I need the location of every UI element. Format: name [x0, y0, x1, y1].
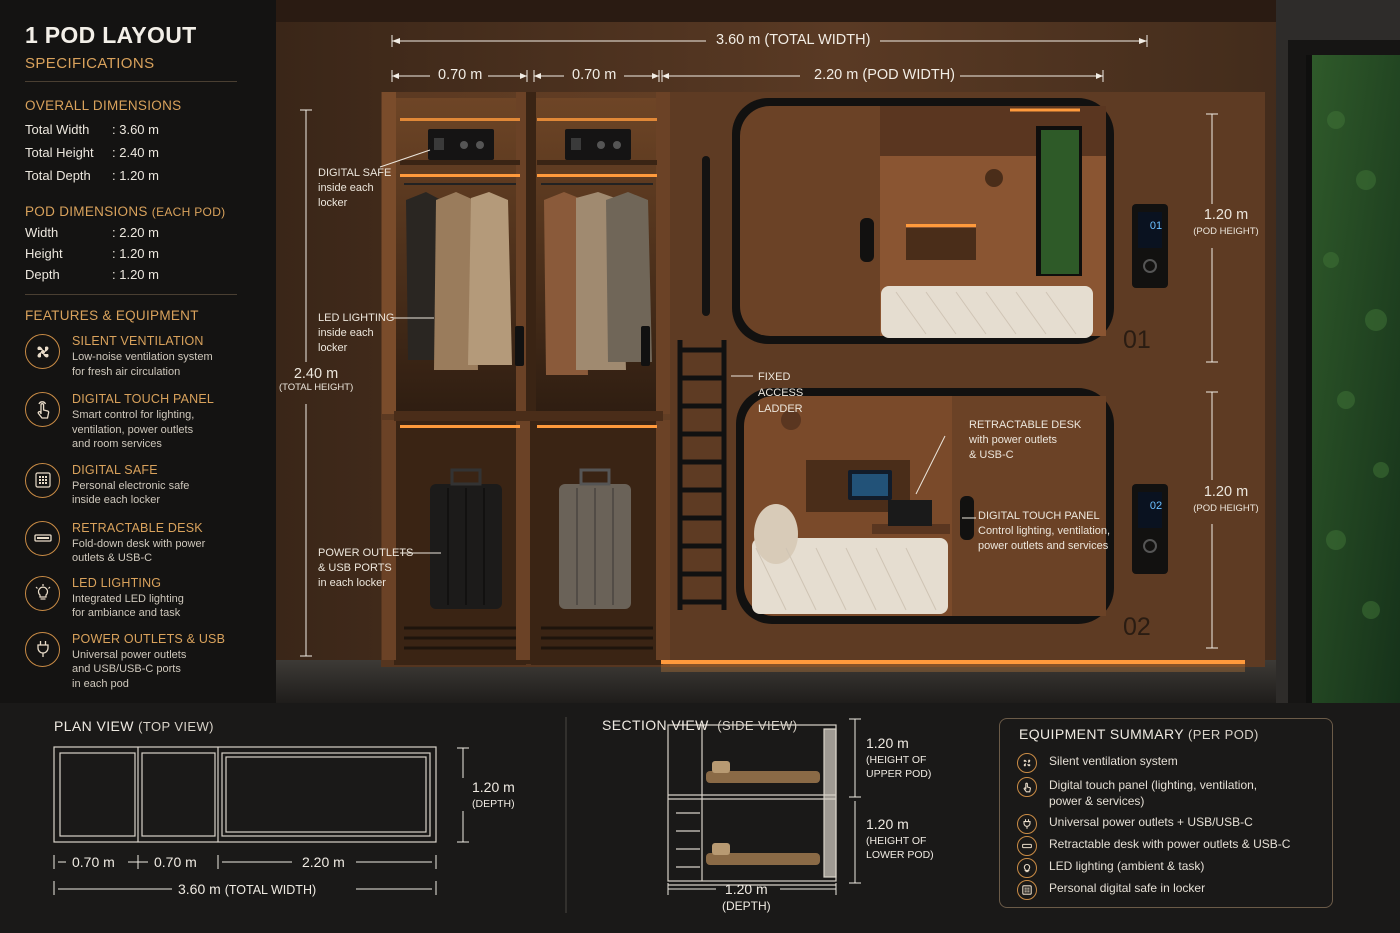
section-upper-height: 1.20 m (HEIGHT OF UPPER POD) [866, 735, 932, 781]
feature-led-lighting: LED LIGHTING Integrated LED lighting for … [25, 575, 276, 621]
dim-row-total-width: Total Width: 3.60 m [25, 122, 159, 137]
annotation-access-ladder: FIXED ACCESS LADDER [758, 371, 804, 415]
dim-total-height: 2.40 m (TOTAL HEIGHT) [279, 366, 354, 393]
plan-locker-1-width: 0.70 m [72, 854, 115, 870]
plug-icon [1017, 814, 1037, 834]
pod-dimensions-heading: POD DIMENSIONS (EACH POD) [25, 204, 226, 219]
desk-icon [1017, 836, 1037, 856]
equipment-item-ventilation: Silent ventilation system [1017, 753, 1178, 773]
feature-digital-safe: DIGITAL SAFE Personal electronic safe ins… [25, 462, 276, 508]
divider [25, 294, 237, 295]
pod-render-drawing [276, 0, 1400, 703]
pod-number-02: 02 [1123, 613, 1151, 641]
section-depth: 1.20 m (DEPTH) [722, 881, 771, 914]
technical-drawings: PLAN VIEW (TOP VIEW) 1.20 m (DEPTH) 0.70 … [0, 703, 1400, 933]
keypad-icon [25, 462, 60, 498]
dim-locker-2-width: 0.70 m [572, 67, 617, 83]
equipment-item-desk: Retractable desk with power outlets & US… [1017, 836, 1290, 856]
section-lower-height: 1.20 m (HEIGHT OF LOWER POD) [866, 816, 934, 862]
pod-number-01: 01 [1123, 326, 1151, 354]
lockers [382, 92, 670, 665]
features-heading: FEATURES & EQUIPMENT [25, 308, 199, 323]
feature-retractable-desk: RETRACTABLE DESK Fold-down desk with pow… [25, 520, 276, 566]
bulb-icon [1017, 858, 1037, 878]
specifications-panel: 1 POD LAYOUT SPECIFICATIONS OVERALL DIME… [0, 0, 276, 703]
plan-view-title: PLAN VIEW (TOP VIEW) [54, 718, 214, 734]
dim-row-width: Width: 2.20 m [25, 225, 159, 240]
touch-hand-icon [25, 392, 60, 427]
touch-panel-display-02[interactable]: 02 [1144, 500, 1168, 512]
feature-digital-touch-panel: DIGITAL TOUCH PANEL Smart control for li… [25, 392, 276, 452]
dim-locker-1-width: 0.70 m [438, 67, 483, 83]
touch-panel-display-01[interactable]: 01 [1144, 220, 1168, 232]
dim-row-total-height: Total Height: 2.40 m [25, 145, 159, 160]
section-view-title: SECTION VIEW (SIDE VIEW) [602, 717, 798, 733]
pod-dimensions-list: Width: 2.20 m Height: 1.20 m Depth: 1.20… [25, 222, 276, 285]
plan-pod-width: 2.20 m [302, 854, 345, 870]
page-title: 1 POD LAYOUT [25, 22, 197, 48]
specifications-subtitle: SPECIFICATIONS [25, 55, 155, 72]
fan-icon [25, 334, 60, 369]
dim-pod-width: 2.20 m (POD WIDTH) [814, 67, 955, 83]
feature-power-outlets-usb: POWER OUTLETS & USB Universal power outl… [25, 631, 276, 692]
feature-silent-ventilation: SILENT VENTILATION Low-noise ventilation… [25, 334, 276, 379]
bulb-icon [25, 575, 60, 611]
equipment-item-led: LED lighting (ambient & task) [1017, 858, 1204, 878]
desk-icon [25, 520, 60, 556]
plan-total-width: 3.60 m (TOTAL WIDTH) [178, 881, 317, 897]
dim-row-total-depth: Total Depth: 1.20 m [25, 168, 159, 183]
equipment-item-touch-panel: Digital touch panel (lighting, ventilati… [1017, 777, 1257, 809]
divider [25, 81, 237, 82]
plan-depth-dim: 1.20 m (DEPTH) [472, 779, 515, 811]
equipment-item-power: Universal power outlets + USB/USB-C [1017, 814, 1253, 834]
annotation-digital-safe: DIGITAL SAFE inside each locker [318, 167, 392, 209]
dim-upper-pod-height: 1.20 m (POD HEIGHT) [1193, 207, 1259, 237]
pod-elevation-illustration: 3.60 m (TOTAL WIDTH) 0.70 m 0.70 m 2.20 … [276, 0, 1400, 703]
equipment-item-safe: Personal digital safe in locker [1017, 880, 1205, 900]
keypad-icon [1017, 880, 1037, 900]
equipment-summary-title: EQUIPMENT SUMMARY (PER POD) [1019, 726, 1259, 742]
touch-hand-icon [1017, 777, 1037, 797]
dim-row-depth: Depth: 1.20 m [25, 267, 159, 282]
dim-row-height: Height: 1.20 m [25, 246, 159, 261]
plug-icon [25, 631, 60, 667]
upper-pod [732, 98, 1114, 344]
plan-locker-2-width: 0.70 m [154, 854, 197, 870]
annotation-retractable-desk: RETRACTABLE DESK with power outlets & USB-… [969, 419, 1082, 461]
dim-lower-pod-height: 1.20 m (POD HEIGHT) [1193, 484, 1259, 514]
overall-dimensions-list: Total Width: 3.60 m Total Height: 2.40 m… [25, 118, 276, 187]
dim-total-width: 3.60 m (TOTAL WIDTH) [716, 32, 871, 48]
plan-section-drawing [53, 717, 861, 913]
fan-icon [1017, 753, 1037, 773]
annotation-led-lighting: LED LIGHTING inside each locker [318, 312, 395, 354]
annotation-touch-panel: DIGITAL TOUCH PANEL Control lighting, ven… [978, 510, 1111, 552]
overall-dimensions-heading: OVERALL DIMENSIONS [25, 98, 182, 113]
equipment-summary-box: EQUIPMENT SUMMARY (PER POD) Silent venti… [999, 718, 1333, 908]
annotation-power-outlets: POWER OUTLETS & USB PORTS in each locker [318, 547, 414, 589]
